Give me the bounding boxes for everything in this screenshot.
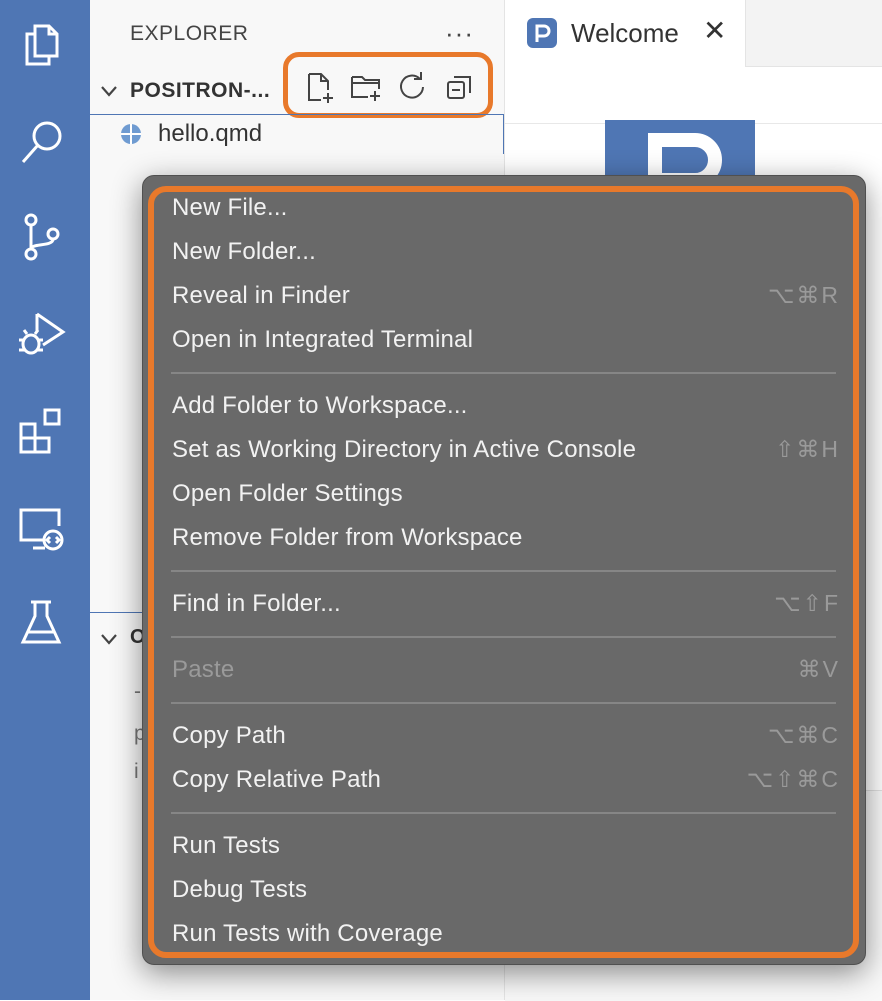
faint-text: - [134,680,141,703]
menu-separator [171,812,836,814]
menu-item-copy-relative-path[interactable]: Copy Relative Path ⌥⇧⌘C [143,760,867,804]
folder-actions-highlight [283,52,493,118]
menu-shortcut: ⌥⇧⌘C [746,766,840,792]
menu-item-label: Open Folder Settings [172,480,403,507]
menu-item-label: Remove Folder from Workspace [172,524,523,551]
file-name: hello.qmd [158,120,263,147]
faint-text: i [134,760,139,783]
new-folder-icon[interactable] [350,71,382,103]
extensions-icon[interactable] [17,406,67,456]
menu-item-find-in-folder[interactable]: Find in Folder... ⌥⇧F [143,584,867,628]
menu-item-copy-path[interactable]: Copy Path ⌥⌘C [143,716,867,760]
folder-header[interactable]: POSITRON-... [90,52,504,118]
menu-item-label: Copy Relative Path [172,766,382,793]
more-actions-icon[interactable]: ··· [445,18,474,49]
context-menu: New File... New Folder... Reveal in Find… [142,175,866,965]
menu-shortcut: ⌥⌘R [767,282,840,308]
refresh-icon[interactable] [396,71,428,103]
activity-bar [0,0,90,1000]
menu-item-label: New Folder... [172,238,316,265]
menu-separator [171,372,836,374]
menu-separator [171,636,836,638]
menu-item-remove-folder[interactable]: Remove Folder from Workspace [143,518,867,562]
menu-item-label: Set as Working Directory in Active Conso… [172,436,637,463]
close-icon[interactable]: ✕ [703,14,726,47]
explorer-title: EXPLORER [130,22,249,45]
menu-item-label: Add Folder to Workspace... [172,392,468,419]
menu-shortcut: ⌘V [797,656,840,682]
source-control-icon[interactable] [17,212,67,262]
menu-item-label: New File... [172,194,288,221]
menu-item-label: Run Tests with Coverage [172,920,443,947]
menu-item-open-terminal[interactable]: Open in Integrated Terminal [143,320,867,364]
remote-explorer-icon[interactable] [17,504,67,554]
menu-separator [171,702,836,704]
chevron-down-icon [101,86,117,97]
menu-item-set-working-directory[interactable]: Set as Working Directory in Active Conso… [143,430,867,474]
run-debug-icon[interactable] [17,308,67,358]
folder-name: POSITRON-... [130,79,271,102]
positron-logo-icon [527,18,557,48]
quarto-file-icon [121,124,141,144]
menu-item-add-folder-workspace[interactable]: Add Folder to Workspace... [143,386,867,430]
menu-separator [171,570,836,572]
chevron-down-icon[interactable] [98,628,120,650]
menu-item-open-folder-settings[interactable]: Open Folder Settings [143,474,867,518]
menu-item-label: Run Tests [172,832,281,859]
menu-item-label: Paste [172,656,235,683]
files-icon[interactable] [17,20,67,70]
menu-item-debug-tests[interactable]: Debug Tests [143,870,867,914]
tab-bar: Welcome ✕ [505,0,882,67]
menu-item-new-file[interactable]: New File... [143,188,867,232]
tab-welcome[interactable]: Welcome ✕ [505,0,746,67]
menu-shortcut: ⌥⌘C [767,722,840,748]
menu-item-run-tests[interactable]: Run Tests [143,826,867,870]
menu-item-reveal-in-finder[interactable]: Reveal in Finder ⌥⌘R [143,276,867,320]
menu-item-label: Copy Path [172,722,286,749]
menu-item-new-folder[interactable]: New Folder... [143,232,867,276]
menu-item-run-tests-coverage[interactable]: Run Tests with Coverage [143,914,867,958]
menu-item-paste: Paste ⌘V [143,650,867,694]
menu-item-label: Find in Folder... [172,590,341,617]
tab-label: Welcome [571,18,679,48]
testing-icon[interactable] [17,598,67,648]
menu-shortcut: ⌥⇧F [774,590,840,616]
file-item[interactable]: hello.qmd [90,114,504,154]
menu-item-label: Debug Tests [172,876,308,903]
menu-shortcut: ⇧⌘H [775,436,840,462]
menu-item-label: Reveal in Finder [172,282,350,309]
menu-item-label: Open in Integrated Terminal [172,326,474,353]
collapse-all-icon[interactable] [444,71,476,103]
search-icon[interactable] [17,118,67,168]
new-file-icon[interactable] [303,71,335,103]
